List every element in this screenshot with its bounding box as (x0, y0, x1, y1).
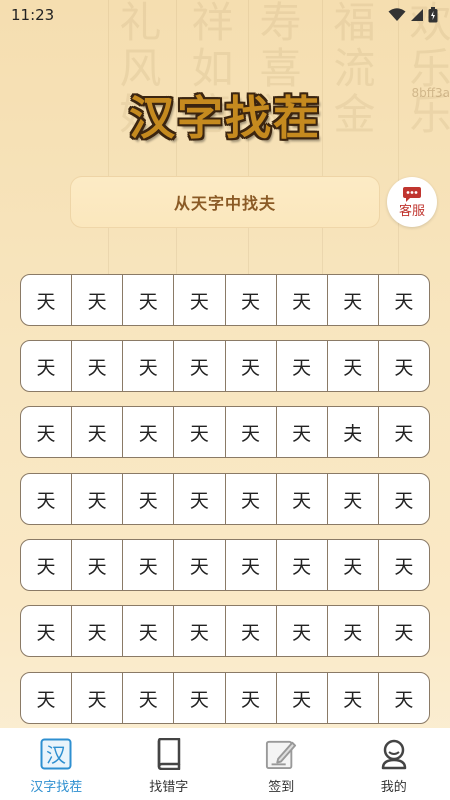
character-row: 天天天天天天天天 (20, 672, 430, 724)
character-cell[interactable]: 天 (21, 341, 73, 391)
status-icons (388, 7, 438, 23)
character-cell[interactable]: 天 (72, 540, 124, 590)
character-cell[interactable]: 天 (174, 407, 226, 457)
character-cell[interactable]: 天 (123, 275, 175, 325)
character-cell[interactable]: 天 (123, 474, 175, 524)
user-icon (378, 738, 410, 770)
character-row: 天天天天天天天天 (20, 605, 430, 657)
character-cell[interactable]: 天 (226, 407, 277, 457)
character-row: 天天天天天天天天 (20, 473, 430, 525)
character-cell[interactable]: 天 (174, 341, 226, 391)
chat-bubble-icon (403, 186, 421, 202)
character-cell[interactable]: 天 (379, 474, 429, 524)
nav-item-hanzi-zhaocha[interactable]: 汉 汉字找茬 (0, 728, 113, 800)
character-row: 天天天天天天天天 (20, 274, 430, 326)
character-cell[interactable]: 天 (226, 474, 277, 524)
character-cell[interactable]: 天 (72, 275, 124, 325)
character-cell[interactable]: 天 (21, 407, 73, 457)
calligraphy-background: 礼风好 祥如意 寿喜禄 福流金 欢乐乐 (0, 0, 450, 300)
character-cell[interactable]: 天 (21, 673, 73, 723)
nav-label: 找错字 (149, 780, 189, 795)
character-cell[interactable]: 天 (226, 275, 277, 325)
status-time: 11:23 (11, 6, 55, 24)
character-row: 天天天天天天夫天 (20, 406, 430, 458)
character-cell[interactable]: 天 (174, 474, 226, 524)
character-cell[interactable]: 天 (123, 540, 175, 590)
character-cell[interactable]: 天 (174, 673, 226, 723)
character-cell[interactable]: 天 (226, 606, 277, 656)
character-cell[interactable]: 天 (72, 474, 124, 524)
book-icon (153, 738, 185, 770)
character-cell[interactable]: 天 (277, 606, 328, 656)
character-cell[interactable]: 天 (174, 606, 226, 656)
character-cell[interactable]: 天 (277, 275, 328, 325)
bottom-navigation: 汉 汉字找茬 找错字 签到 我的 (0, 728, 450, 800)
character-cell[interactable]: 天 (21, 540, 73, 590)
character-cell[interactable]: 天 (379, 540, 429, 590)
character-cell[interactable]: 天 (226, 341, 277, 391)
nav-label: 我的 (380, 780, 407, 795)
character-cell[interactable]: 天 (226, 540, 277, 590)
character-cell[interactable]: 天 (21, 275, 73, 325)
customer-service-label: 客服 (398, 203, 425, 219)
nav-label: 汉字找茬 (30, 780, 83, 795)
character-cell[interactable]: 天 (21, 474, 73, 524)
character-cell[interactable]: 天 (379, 275, 429, 325)
character-cell[interactable]: 天 (328, 673, 379, 723)
character-cell[interactable]: 天 (72, 606, 124, 656)
character-cell[interactable]: 天 (328, 275, 379, 325)
character-cell[interactable]: 天 (226, 673, 277, 723)
character-cell[interactable]: 天 (328, 474, 379, 524)
character-cell[interactable]: 天 (328, 606, 379, 656)
character-cell[interactable]: 天 (72, 673, 124, 723)
character-cell[interactable]: 天 (379, 407, 429, 457)
svg-text:汉: 汉 (46, 743, 66, 767)
wifi-icon (388, 8, 406, 21)
character-cell[interactable]: 天 (379, 341, 429, 391)
battery-icon (428, 7, 438, 23)
character-cell[interactable]: 天 (21, 606, 73, 656)
character-cell[interactable]: 天 (123, 407, 175, 457)
task-banner: 从天字中找夫 (70, 176, 380, 228)
customer-service-button[interactable]: 客服 (387, 177, 437, 227)
character-row: 天天天天天天天天 (20, 539, 430, 591)
character-cell[interactable]: 天 (277, 673, 328, 723)
task-text: 从天字中找夫 (173, 194, 276, 213)
edit-pad-icon (265, 738, 297, 770)
character-cell[interactable]: 夫 (328, 407, 379, 457)
character-cell[interactable]: 天 (277, 474, 328, 524)
han-character-icon: 汉 (40, 738, 72, 770)
character-cell[interactable]: 天 (72, 407, 124, 457)
character-cell[interactable]: 天 (379, 606, 429, 656)
character-cell[interactable]: 天 (277, 407, 328, 457)
character-cell[interactable]: 天 (174, 275, 226, 325)
character-cell[interactable]: 天 (277, 341, 328, 391)
character-cell[interactable]: 天 (123, 673, 175, 723)
nav-item-find-wrong-char[interactable]: 找错字 (113, 728, 226, 800)
character-cell[interactable]: 天 (379, 673, 429, 723)
character-cell[interactable]: 天 (72, 341, 124, 391)
character-cell[interactable]: 天 (123, 341, 175, 391)
character-cell[interactable]: 天 (174, 540, 226, 590)
nav-item-check-in[interactable]: 签到 (225, 728, 338, 800)
cell-signal-icon (411, 9, 423, 21)
character-cell[interactable]: 天 (277, 540, 328, 590)
character-cell[interactable]: 天 (123, 606, 175, 656)
app-title: 汉字找茬 (129, 91, 321, 145)
nav-label: 签到 (268, 780, 295, 795)
nav-item-profile[interactable]: 我的 (338, 728, 450, 800)
status-bar: 11:23 (0, 0, 450, 30)
character-cell[interactable]: 天 (328, 540, 379, 590)
character-row: 天天天天天天天天 (20, 340, 430, 392)
character-cell[interactable]: 天 (328, 341, 379, 391)
